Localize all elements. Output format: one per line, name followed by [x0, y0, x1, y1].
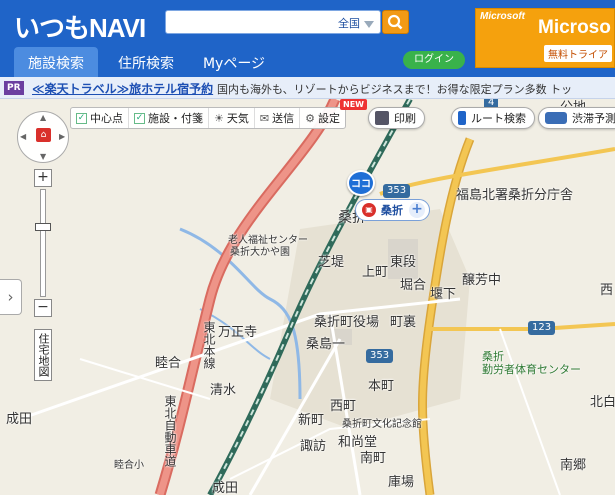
- zoom-out-button[interactable]: −: [34, 299, 52, 317]
- map-label-gym1: 桑折: [482, 350, 504, 363]
- map-label-expressway: 東北自動車道: [163, 395, 177, 467]
- tab-facility-search[interactable]: 施設検索: [14, 47, 98, 77]
- map-label-seita: 成田: [212, 481, 239, 495]
- pr-link[interactable]: ≪楽天トラベル≫旅ホテル宿予約: [32, 80, 213, 97]
- map-label-hiyoshi: 醸芳中: [462, 273, 502, 288]
- chevron-down-icon: [364, 20, 374, 28]
- route-shield: 353: [383, 184, 411, 198]
- map-label-nursing2: 桑折大かや園: [230, 247, 290, 258]
- route-search-button[interactable]: ルート検索: [451, 107, 535, 129]
- map-label-higashidan: 東段: [390, 255, 417, 270]
- map-label-suwa: 諏訪: [300, 439, 327, 454]
- station-label: 桑折: [381, 204, 403, 217]
- map-label-tohoku-line: 東北本線: [202, 321, 216, 369]
- flag-icon: [458, 111, 466, 125]
- map-label-shidou: 芝堤: [318, 255, 345, 270]
- toolbar-weather[interactable]: ☀ 天気: [209, 108, 255, 128]
- pr-text: 国内も海外も、リゾートからビジネスまで！お得な限定プラン多数 トッ: [217, 83, 573, 96]
- map-type-residential[interactable]: 住宅地図: [34, 329, 52, 381]
- search-icon: [387, 14, 403, 30]
- checkbox-checked-icon[interactable]: ✓: [134, 112, 145, 124]
- toolbar-send[interactable]: ✉ 送信: [255, 108, 301, 128]
- search-input[interactable]: 全国: [165, 10, 381, 34]
- tab-address-search[interactable]: 住所検索: [108, 47, 184, 77]
- map-label-shinmachi: 新町: [298, 413, 325, 428]
- map-label-horiai: 堀合: [400, 278, 427, 293]
- ad-brand: Microsoft: [480, 11, 525, 22]
- pan-right-icon[interactable]: ▶: [59, 132, 65, 141]
- printer-icon: [375, 111, 389, 125]
- route-shield: 123: [528, 321, 556, 335]
- ad-title: Microso: [538, 17, 611, 38]
- site-header: いつもNAVI 全国 施設検索 住所検索 Myページ ログイン Microsof…: [0, 0, 615, 77]
- map-label-kuwaori1: 桑島一: [306, 337, 346, 352]
- map-label-narita: 成田: [6, 412, 33, 427]
- pan-down-icon[interactable]: ▼: [40, 152, 46, 161]
- map-label-kimachi: 本町: [368, 379, 395, 394]
- route-shield: 353: [366, 349, 394, 363]
- map-label-mutsuai-elem: 睦合小: [114, 460, 144, 471]
- pan-left-icon[interactable]: ◀: [20, 132, 26, 141]
- print-button[interactable]: 印刷: [368, 107, 425, 129]
- site-logo[interactable]: いつもNAVI: [14, 8, 146, 45]
- pan-up-icon[interactable]: ▲: [40, 113, 46, 122]
- map-label-manshouji: 万正寺: [218, 325, 258, 340]
- ad-subtitle: 無料トライア: [544, 45, 612, 62]
- zoom-control: + −: [34, 169, 54, 317]
- zoom-in-button[interactable]: +: [34, 169, 52, 187]
- map-label-mutsuai: 睦合: [155, 356, 182, 371]
- current-location-marker[interactable]: ココ: [347, 170, 375, 196]
- train-icon: ▣: [362, 203, 376, 217]
- tab-my-page[interactable]: Myページ: [194, 47, 274, 77]
- map-canvas[interactable]: 353 353 123 4 福島北署桑折分庁舎 桑折 老人福祉センター 桑折大か…: [0, 99, 615, 495]
- send-icon: ✉: [259, 111, 270, 125]
- side-panel-toggle[interactable]: ›: [0, 279, 22, 315]
- map-label-minamimachi: 南町: [360, 451, 387, 466]
- map-label-kuraba: 庫場: [388, 475, 415, 490]
- toolbar-center-point[interactable]: ✓ 中心点: [71, 108, 129, 128]
- home-icon[interactable]: ⌂: [36, 128, 51, 142]
- search-button[interactable]: [382, 10, 409, 34]
- checkbox-checked-icon[interactable]: ✓: [76, 112, 87, 124]
- map-label-town-office: 桑折町役場: [314, 315, 380, 330]
- map-label-shimizu: 清水: [210, 383, 237, 398]
- car-icon: [545, 112, 567, 124]
- traffic-forecast-button[interactable]: 渋滞予測: [538, 107, 615, 129]
- zoom-slider-track[interactable]: [40, 189, 46, 297]
- map-label-machiura: 町裏: [390, 315, 417, 330]
- pr-badge: PR: [4, 81, 24, 95]
- map-label-kitashirane: 北白: [590, 395, 615, 410]
- region-select[interactable]: 全国: [338, 15, 374, 31]
- sun-icon: ☀: [214, 111, 224, 125]
- pr-bar: PR ≪楽天トラベル≫旅ホテル宿予約 国内も海外も、リゾートからビジネスまで！お…: [0, 77, 615, 99]
- map-label-kamimachi: 上町: [362, 265, 389, 280]
- gear-icon: ⚙: [305, 111, 315, 125]
- map-label-museum: 桑折町文化記念館: [342, 419, 422, 430]
- map-label-nishimachi: 西町: [330, 399, 357, 414]
- station-marker[interactable]: ▣ 桑折 +: [355, 199, 430, 221]
- pan-control[interactable]: ▲ ▼ ◀ ▶ ⌂: [17, 111, 69, 163]
- toolbar-facilities[interactable]: ✓ 施設・付箋: [129, 108, 209, 128]
- new-badge: NEW: [340, 99, 367, 110]
- map-label-police: 福島北署桑折分庁舎: [456, 188, 574, 203]
- map-toolbar: ✓ 中心点 ✓ 施設・付箋 ☀ 天気 ✉ 送信 ⚙ 設定: [70, 107, 346, 129]
- login-button[interactable]: ログイン: [403, 51, 465, 69]
- zoom-slider-handle[interactable]: [35, 223, 51, 231]
- map-label-nishi: 西: [600, 283, 614, 298]
- map-label-nanbu: 南郷: [560, 458, 587, 473]
- map-label-nursing: 老人福祉センター: [228, 235, 308, 246]
- ad-banner[interactable]: Microsoft Microso 無料トライア: [475, 8, 615, 68]
- toolbar-settings[interactable]: ⚙ 設定: [300, 108, 345, 128]
- add-station-icon[interactable]: +: [409, 202, 425, 218]
- map-label-gym2: 勤労者体育センター: [482, 363, 581, 376]
- map-label-hayashita: 堰下: [430, 287, 457, 302]
